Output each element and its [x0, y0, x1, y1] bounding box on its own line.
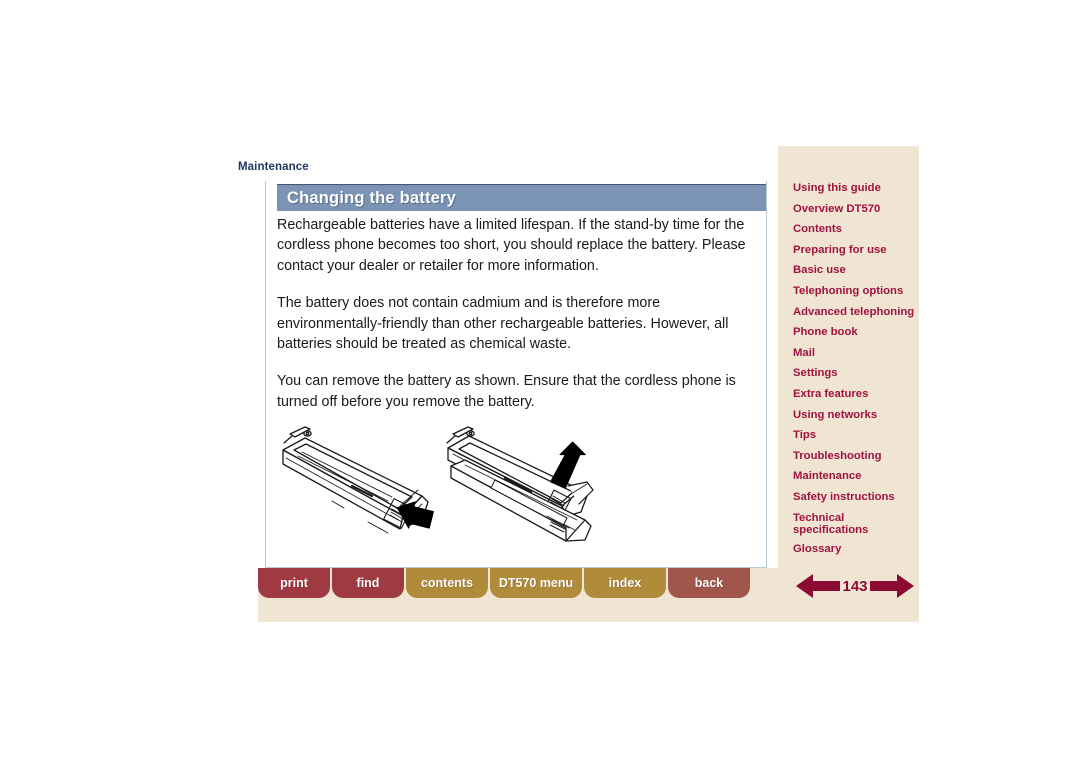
right-arrow-icon[interactable]: [869, 573, 914, 599]
page-title-bar: Changing the battery: [277, 184, 766, 211]
footer-navigation-bar: print find contents DT570 menu index back 143: [258, 568, 919, 622]
back-button[interactable]: back: [668, 568, 750, 598]
left-arrow-icon[interactable]: [796, 573, 841, 599]
sidebar-item-advanced-telephoning[interactable]: Advanced telephoning: [793, 306, 915, 319]
paragraph: Rechargeable batteries have a limited li…: [277, 217, 746, 274]
print-button[interactable]: print: [258, 568, 330, 598]
sidebar-item-mail[interactable]: Mail: [793, 347, 915, 360]
sidebar-item-telephoning-options[interactable]: Telephoning options: [793, 285, 915, 298]
page-number: 143: [842, 577, 868, 595]
sidebar-item-maintenance[interactable]: Maintenance: [793, 470, 915, 483]
phone-illustration-left: [282, 426, 434, 534]
document-page: Maintenance Changing the battery Recharg…: [0, 0, 1080, 763]
footer-button-row: print find contents DT570 menu index back: [258, 568, 752, 598]
paragraph: The battery does not contain cadmium and…: [277, 295, 729, 353]
sidebar-item-list: Using this guide Overview DT570 Contents Pr…: [793, 182, 915, 564]
body-text: Rechargeable batteries have a limited li…: [277, 215, 764, 412]
section-label: Maintenance: [238, 161, 309, 173]
battery-removal-illustration: [272, 420, 622, 565]
sidebar-item-phone-book[interactable]: Phone book: [793, 326, 915, 339]
sidebar-item-basic-use[interactable]: Basic use: [793, 264, 915, 277]
page-navigation: 143: [796, 571, 914, 601]
phone-illustration-right: [446, 426, 594, 542]
sidebar-item-settings[interactable]: Settings: [793, 367, 915, 380]
page-title: Changing the battery: [287, 188, 457, 207]
sidebar-item-using-this-guide[interactable]: Using this guide: [793, 182, 915, 195]
find-button[interactable]: find: [332, 568, 404, 598]
dt570-menu-button[interactable]: DT570 menu: [490, 568, 582, 598]
index-button[interactable]: index: [584, 568, 666, 598]
sidebar-item-troubleshooting[interactable]: Troubleshooting: [793, 450, 915, 463]
sidebar-item-contents[interactable]: Contents: [793, 223, 915, 236]
sidebar-item-technical-specifications[interactable]: Technical specifications: [793, 512, 915, 537]
contents-button[interactable]: contents: [406, 568, 488, 598]
sidebar-item-tips[interactable]: Tips: [793, 429, 915, 442]
sidebar-item-preparing-for-use[interactable]: Preparing for use: [793, 244, 915, 257]
paragraph: You can remove the battery as shown. Ens…: [277, 373, 736, 410]
sidebar-navigation: Using this guide Overview DT570 Contents Pr…: [778, 146, 919, 568]
sidebar-item-using-networks[interactable]: Using networks: [793, 409, 915, 422]
sidebar-item-glossary[interactable]: Glossary: [793, 543, 915, 556]
sidebar-item-safety-instructions[interactable]: Safety instructions: [793, 491, 915, 504]
sidebar-item-overview-dt570[interactable]: Overview DT570: [793, 203, 915, 216]
sidebar-item-extra-features[interactable]: Extra features: [793, 388, 915, 401]
